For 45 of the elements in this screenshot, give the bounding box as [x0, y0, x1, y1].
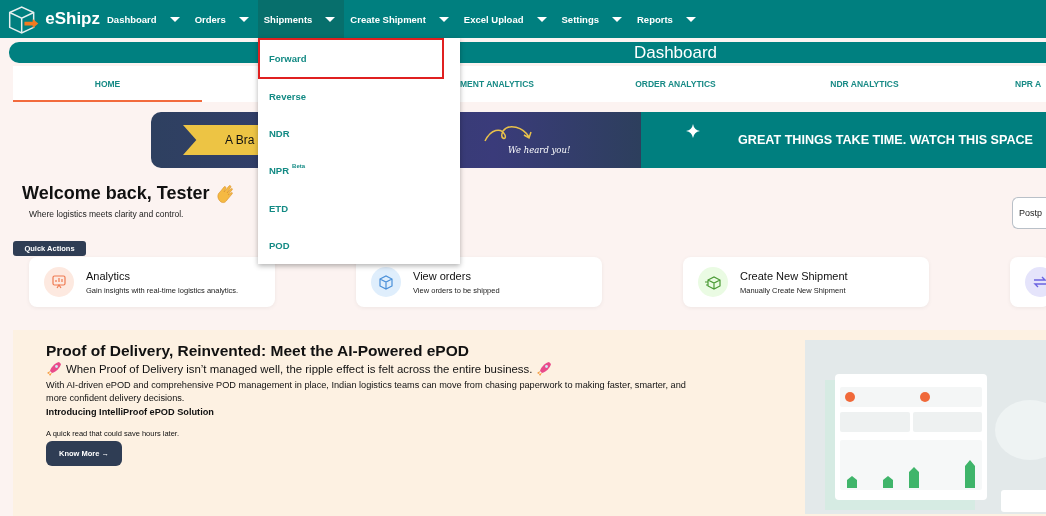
- caret-icon: [536, 16, 547, 22]
- caret-icon: [438, 16, 449, 22]
- dropdown-item[interactable]: Forward: [258, 38, 444, 79]
- logo-text: eShipz: [45, 9, 100, 29]
- tab[interactable]: NPR A: [959, 66, 1046, 102]
- menu-item[interactable]: Shipments: [257, 0, 345, 38]
- caret-icon: [238, 16, 249, 22]
- dropdown-item[interactable]: Reverse: [258, 77, 460, 115]
- curly-arrow-icon: [483, 125, 535, 143]
- tab[interactable]: ORDER ANALYTICS: [581, 66, 770, 102]
- caret-icon: [169, 16, 180, 22]
- rocket-icon: [46, 361, 62, 377]
- waving-hand-icon: [215, 183, 236, 204]
- promo-subheading: Introducing IntelliProof ePOD Solution: [46, 407, 215, 417]
- box-icon: [6, 3, 40, 35]
- action-card[interactable]: [1010, 257, 1046, 307]
- card-title: View orders: [413, 269, 472, 282]
- promo-paragraph: With AI-driven ePOD and comprehensive POD management in place, Indian logistics teams can move from chasing paperwork to making faster, smarter, and more confident delivery decisions.: [46, 379, 687, 405]
- ribbon-text: A Bra: [225, 133, 255, 147]
- menu-item[interactable]: Settings: [555, 0, 631, 38]
- banner-headline: GREAT THINGS TAKE TIME. WATCH THIS SPACE: [738, 133, 1034, 147]
- dropdown-button[interactable]: Postp: [1012, 197, 1046, 229]
- card-title: Create New Shipment: [740, 269, 848, 282]
- promo-tagline: When Proof of Delivery isn’t managed well, the ripple effect is felt across the entire business.: [66, 363, 533, 375]
- page-title: Dashboard: [633, 42, 718, 63]
- sparkle-icon: [686, 124, 700, 138]
- menu-item[interactable]: Reports: [631, 0, 705, 38]
- menu-item[interactable]: Create Shipment: [344, 0, 458, 38]
- menu-item[interactable]: Excel Upload: [457, 0, 556, 38]
- card-title: Analytics: [86, 269, 132, 282]
- dropdown-item[interactable]: ETD: [258, 189, 460, 227]
- welcome-heading: Welcome back, Tester: [22, 183, 210, 204]
- tab[interactable]: HOME: [13, 66, 202, 102]
- tab[interactable]: NDR ANALYTICS: [770, 66, 959, 102]
- caret-icon: [612, 16, 622, 22]
- welcome-subtitle: Where logistics meets clarity and control.: [29, 209, 185, 219]
- menu-item[interactable]: Orders: [188, 0, 258, 38]
- menu-item[interactable]: Dashboard: [101, 0, 189, 38]
- script-text: We heard you!: [508, 145, 571, 155]
- rocket-icon: [536, 361, 553, 377]
- caret-icon: [685, 16, 696, 22]
- promo-heading: Proof of Delivery, Reinvented: Meet the AI-Powered ePOD: [46, 342, 470, 360]
- dropdown-item[interactable]: NDR: [258, 115, 460, 153]
- dropdown-item[interactable]: NPR $^{Beta}$: [258, 152, 460, 190]
- caret-icon: [325, 16, 336, 22]
